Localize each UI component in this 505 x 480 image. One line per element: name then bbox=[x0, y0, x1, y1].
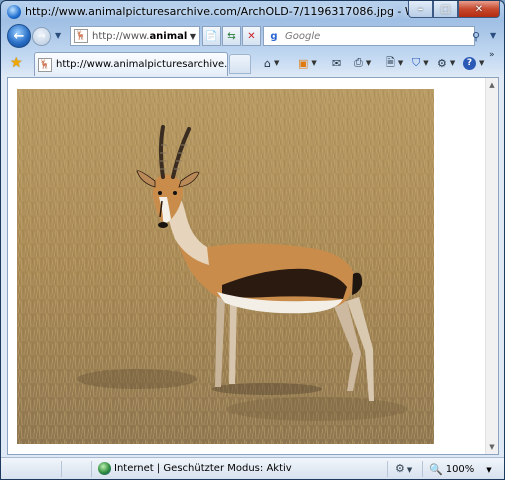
page-content: ▲ ▼ bbox=[7, 77, 499, 455]
stop-icon: ✕ bbox=[247, 30, 256, 42]
help-icon: ? bbox=[463, 56, 476, 70]
refresh-icon: ⇆ bbox=[227, 30, 236, 42]
minimize-icon: – bbox=[418, 3, 423, 15]
magnifier-icon: 🔍 bbox=[429, 463, 443, 476]
mail-button[interactable]: ✉ bbox=[332, 55, 341, 71]
search-options-dropdown[interactable]: ▼ bbox=[490, 31, 496, 40]
google-logo-icon: g bbox=[267, 29, 281, 43]
status-divider bbox=[387, 461, 388, 477]
close-button[interactable]: ✕ bbox=[458, 1, 500, 18]
home-button[interactable]: ⌂ ▼ bbox=[264, 55, 279, 71]
print-icon: ⎙ bbox=[354, 56, 363, 69]
forward-button[interactable]: → bbox=[32, 27, 51, 46]
status-divider bbox=[61, 461, 62, 477]
shield-icon: ⛉ bbox=[412, 56, 421, 69]
window-title: http://www.animalpicturesarchive.com/Arc… bbox=[25, 5, 425, 18]
recent-pages-dropdown[interactable]: ▼ bbox=[55, 31, 63, 40]
vertical-scrollbar[interactable]: ▲ ▼ bbox=[485, 78, 498, 454]
pop-up-blocker-button[interactable]: ⚙ ▼ bbox=[395, 462, 412, 475]
star-icon[interactable]: ★ bbox=[10, 55, 23, 71]
zoom-dropdown-icon[interactable]: ▼ bbox=[486, 466, 491, 474]
tab-title: http://www.animalpicturesarchive.com... bbox=[56, 59, 227, 70]
back-arrow-icon: ← bbox=[13, 28, 25, 44]
ie-logo-icon bbox=[7, 5, 21, 19]
refresh-button[interactable]: ⇆ bbox=[222, 26, 241, 46]
address-text[interactable]: http://www.animalpi... bbox=[92, 31, 187, 42]
zoom-level: 100% bbox=[445, 464, 475, 475]
print-button[interactable]: ⎙ ▼ bbox=[354, 55, 371, 71]
tools-button[interactable]: ⚙ ▼ bbox=[437, 55, 455, 71]
home-icon: ⌂ bbox=[264, 56, 271, 70]
search-icon[interactable]: ⚲ bbox=[472, 30, 480, 43]
search-box[interactable]: g bbox=[263, 26, 475, 46]
new-tab-button[interactable] bbox=[229, 54, 251, 74]
forward-arrow-icon: → bbox=[37, 31, 46, 42]
page-icon: 📄 bbox=[205, 30, 218, 42]
minimize-button[interactable]: – bbox=[408, 1, 433, 18]
status-bar: Internet | Geschützter Modus: Aktiv ⚙ ▼ 🔍… bbox=[1, 457, 504, 479]
rss-icon: ▣ bbox=[298, 56, 309, 70]
tools-icon: ⚙ bbox=[395, 462, 405, 475]
mail-icon: ✉ bbox=[332, 56, 342, 70]
back-button[interactable]: ← bbox=[7, 24, 31, 48]
scroll-up-arrow-icon[interactable]: ▲ bbox=[486, 78, 498, 92]
page-icon: 🗎 bbox=[386, 55, 395, 69]
scroll-down-arrow-icon[interactable]: ▼ bbox=[486, 440, 498, 454]
security-zone-text: Internet | Geschützter Modus: Aktiv bbox=[114, 463, 292, 474]
title-bar: http://www.animalpicturesarchive.com/Arc… bbox=[1, 1, 504, 23]
stop-button[interactable]: ✕ bbox=[242, 26, 261, 46]
safety-button[interactable]: ⛉ ▼ bbox=[412, 55, 429, 71]
help-button[interactable]: ? ▼ bbox=[463, 55, 484, 71]
site-favicon-icon: 🦌 bbox=[74, 29, 88, 43]
maximize-icon: □ bbox=[440, 3, 451, 15]
gazelle-photo bbox=[17, 89, 434, 444]
status-divider bbox=[91, 461, 92, 477]
feeds-button[interactable]: ▣ ▼ bbox=[298, 55, 317, 71]
search-input[interactable] bbox=[285, 30, 445, 42]
browser-window: http://www.animalpicturesarchive.com/Arc… bbox=[0, 0, 505, 480]
page-button[interactable]: 🗎 ▼ bbox=[386, 55, 403, 71]
caption-buttons: – □ ✕ bbox=[408, 1, 500, 19]
tab-favicon-icon: 🦌 bbox=[38, 57, 52, 72]
gear-icon: ⚙ bbox=[437, 56, 447, 70]
address-bar[interactable]: 🦌 http://www.animalpi... ▼ bbox=[70, 26, 200, 46]
internet-zone-icon bbox=[98, 462, 111, 475]
close-icon: ✕ bbox=[474, 3, 484, 15]
status-divider bbox=[422, 461, 423, 477]
address-row: ← → ▼ 🦌 http://www.animalpi... ▼ 📄 ⇆ ✕ g… bbox=[1, 23, 504, 49]
command-row: ★ 🦌 http://www.animalpicturesarchive.com… bbox=[1, 50, 504, 76]
maximize-button[interactable]: □ bbox=[433, 1, 458, 18]
toolbar-overflow-chevron-icon[interactable]: » bbox=[489, 50, 495, 60]
zoom-control[interactable]: 🔍 100% ▼ bbox=[429, 463, 492, 476]
address-dropdown-icon[interactable]: ▼ bbox=[187, 32, 199, 41]
compatibility-view-button[interactable]: 📄 bbox=[202, 26, 221, 46]
tab-current[interactable]: 🦌 http://www.animalpicturesarchive.com..… bbox=[34, 52, 228, 76]
